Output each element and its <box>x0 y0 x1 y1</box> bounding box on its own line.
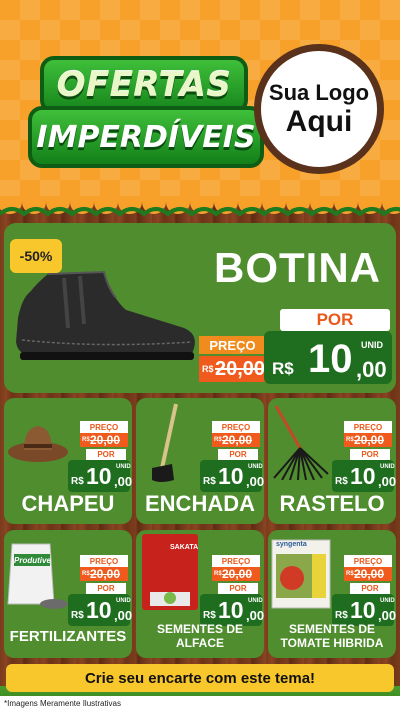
old-currency: R$ <box>82 571 90 577</box>
fertilizer-brand: Produtive <box>14 556 51 565</box>
currency: R$ <box>335 610 348 621</box>
unit-label: UNID <box>380 598 395 604</box>
price-decimal: ,00 <box>114 608 133 623</box>
scallop-border <box>0 196 400 217</box>
preco-label: PREÇO <box>80 555 128 567</box>
featured-product-name: BOTINA <box>214 244 381 291</box>
fertilizer-bag-image <box>7 543 68 609</box>
old-price: 20,00 <box>215 358 266 380</box>
currency: R$ <box>71 610 84 621</box>
rake-image <box>273 405 329 480</box>
old-price-box: R$ 20,00 <box>212 433 260 447</box>
new-price-box: R$ 10 UNID ,00 <box>332 460 397 492</box>
price-decimal: ,00 <box>114 474 133 489</box>
por-label: POR <box>86 583 126 594</box>
por-label: POR <box>280 309 390 331</box>
currency: R$ <box>203 610 216 621</box>
por-label: POR <box>218 583 258 594</box>
new-price-box: R$ 10 UNID ,00 <box>68 460 133 492</box>
por-label: POR <box>350 583 390 594</box>
unit-label: UNID <box>116 464 131 470</box>
preco-label: PREÇO <box>212 421 260 433</box>
preco-label: PREÇO <box>344 555 392 567</box>
por-label: POR <box>218 449 258 460</box>
product-name: FERTILIZANTES <box>9 628 127 645</box>
old-price-box: R$ 20,00 <box>199 356 266 382</box>
preco-label: PREÇO <box>212 555 260 567</box>
old-price-box: R$ 20,00 <box>80 567 128 581</box>
product-name: CHAPEU <box>21 491 115 516</box>
old-currency: R$ <box>214 571 222 577</box>
price-decimal: ,00 <box>378 474 397 489</box>
title-line2-box: IMPERDÍVEIS <box>28 106 264 168</box>
tomato-seed-pack-image <box>271 539 331 609</box>
unit-label: UNID <box>116 598 131 604</box>
price-integer: 10 <box>86 463 112 489</box>
product-name: RASTELO <box>279 491 385 516</box>
price-decimal: ,00 <box>378 608 397 623</box>
por-label: POR <box>86 449 126 460</box>
old-price: 20,00 <box>354 433 385 447</box>
new-price-box: R$ 10 UNID ,00 <box>200 460 265 492</box>
price-decimal: ,00 <box>246 474 265 489</box>
old-price: 20,00 <box>90 433 121 447</box>
old-currency: R$ <box>214 437 222 443</box>
old-price: 20,00 <box>222 433 253 447</box>
price-integer: 10 <box>350 463 376 489</box>
boot-image <box>16 270 195 360</box>
price-integer: 10 <box>218 597 244 623</box>
currency: R$ <box>71 476 84 487</box>
product-name-line1: SEMENTES DE <box>156 622 243 636</box>
product-name-line1: SEMENTES DE <box>288 622 375 636</box>
logo-text-line2: Aqui <box>285 105 353 138</box>
old-price: 20,00 <box>90 567 121 581</box>
price-decimal: ,00 <box>246 608 265 623</box>
unit-label: UNID <box>248 464 263 470</box>
old-price: 20,00 <box>354 567 385 581</box>
seed-brand-alface: SAKATA <box>170 544 199 551</box>
preco-label: PREÇO <box>199 336 266 354</box>
title-line2: IMPERDÍVEIS <box>36 119 256 155</box>
old-currency: R$ <box>346 571 354 577</box>
hoe-image <box>152 403 178 482</box>
logo-placeholder[interactable]: Sua Logo Aqui <box>254 44 384 174</box>
offers-title: OFERTAS IMPERDÍVEIS <box>28 56 264 168</box>
por-label: POR <box>350 449 390 460</box>
product-name: ENCHADA <box>145 491 255 516</box>
price-integer: 10 <box>218 463 244 489</box>
seed-brand-tomate: syngenta <box>276 541 307 548</box>
price-integer: 10 <box>86 597 112 623</box>
new-price-box: R$ 10 UNID ,00 <box>264 331 392 384</box>
currency: R$ <box>203 476 216 487</box>
unit-label: UNID <box>380 464 395 470</box>
preco-label: PREÇO <box>344 421 392 433</box>
currency: R$ <box>272 359 294 378</box>
new-price-box: R$ 10 UNID ,00 <box>68 594 133 626</box>
disclaimer-text: *Imagens Meramente Ilustrativas <box>0 696 400 711</box>
product-name: SEMENTES DE TOMATE HIBRIDA <box>268 622 396 650</box>
title-line1: OFERTAS <box>56 65 232 105</box>
old-price-box: R$ 20,00 <box>344 567 392 581</box>
old-price-box: R$ 20,00 <box>80 433 128 447</box>
logo-text-line1: Sua Logo <box>268 80 370 105</box>
old-price-box: R$ 20,00 <box>212 567 260 581</box>
hat-image <box>8 426 68 462</box>
old-price-box: R$ 20,00 <box>344 433 392 447</box>
unit-label: UNID <box>361 340 383 350</box>
price-integer: 10 <box>308 337 353 381</box>
currency: R$ <box>335 476 348 487</box>
cta-banner[interactable]: Crie seu encarte com este tema! <box>6 664 394 692</box>
product-name: SEMENTES DE ALFACE <box>136 622 264 650</box>
price-decimal: ,00 <box>356 357 387 382</box>
old-currency: R$ <box>82 437 90 443</box>
product-name-line2: TOMATE HIBRIDA <box>280 636 384 650</box>
old-price: 20,00 <box>222 567 253 581</box>
old-currency: R$ <box>202 364 214 374</box>
product-name-line2: ALFACE <box>176 636 224 650</box>
unit-label: UNID <box>248 598 263 604</box>
price-integer: 10 <box>350 597 376 623</box>
discount-badge: -50% <box>10 239 62 273</box>
preco-label: PREÇO <box>80 421 128 433</box>
old-currency: R$ <box>346 437 354 443</box>
